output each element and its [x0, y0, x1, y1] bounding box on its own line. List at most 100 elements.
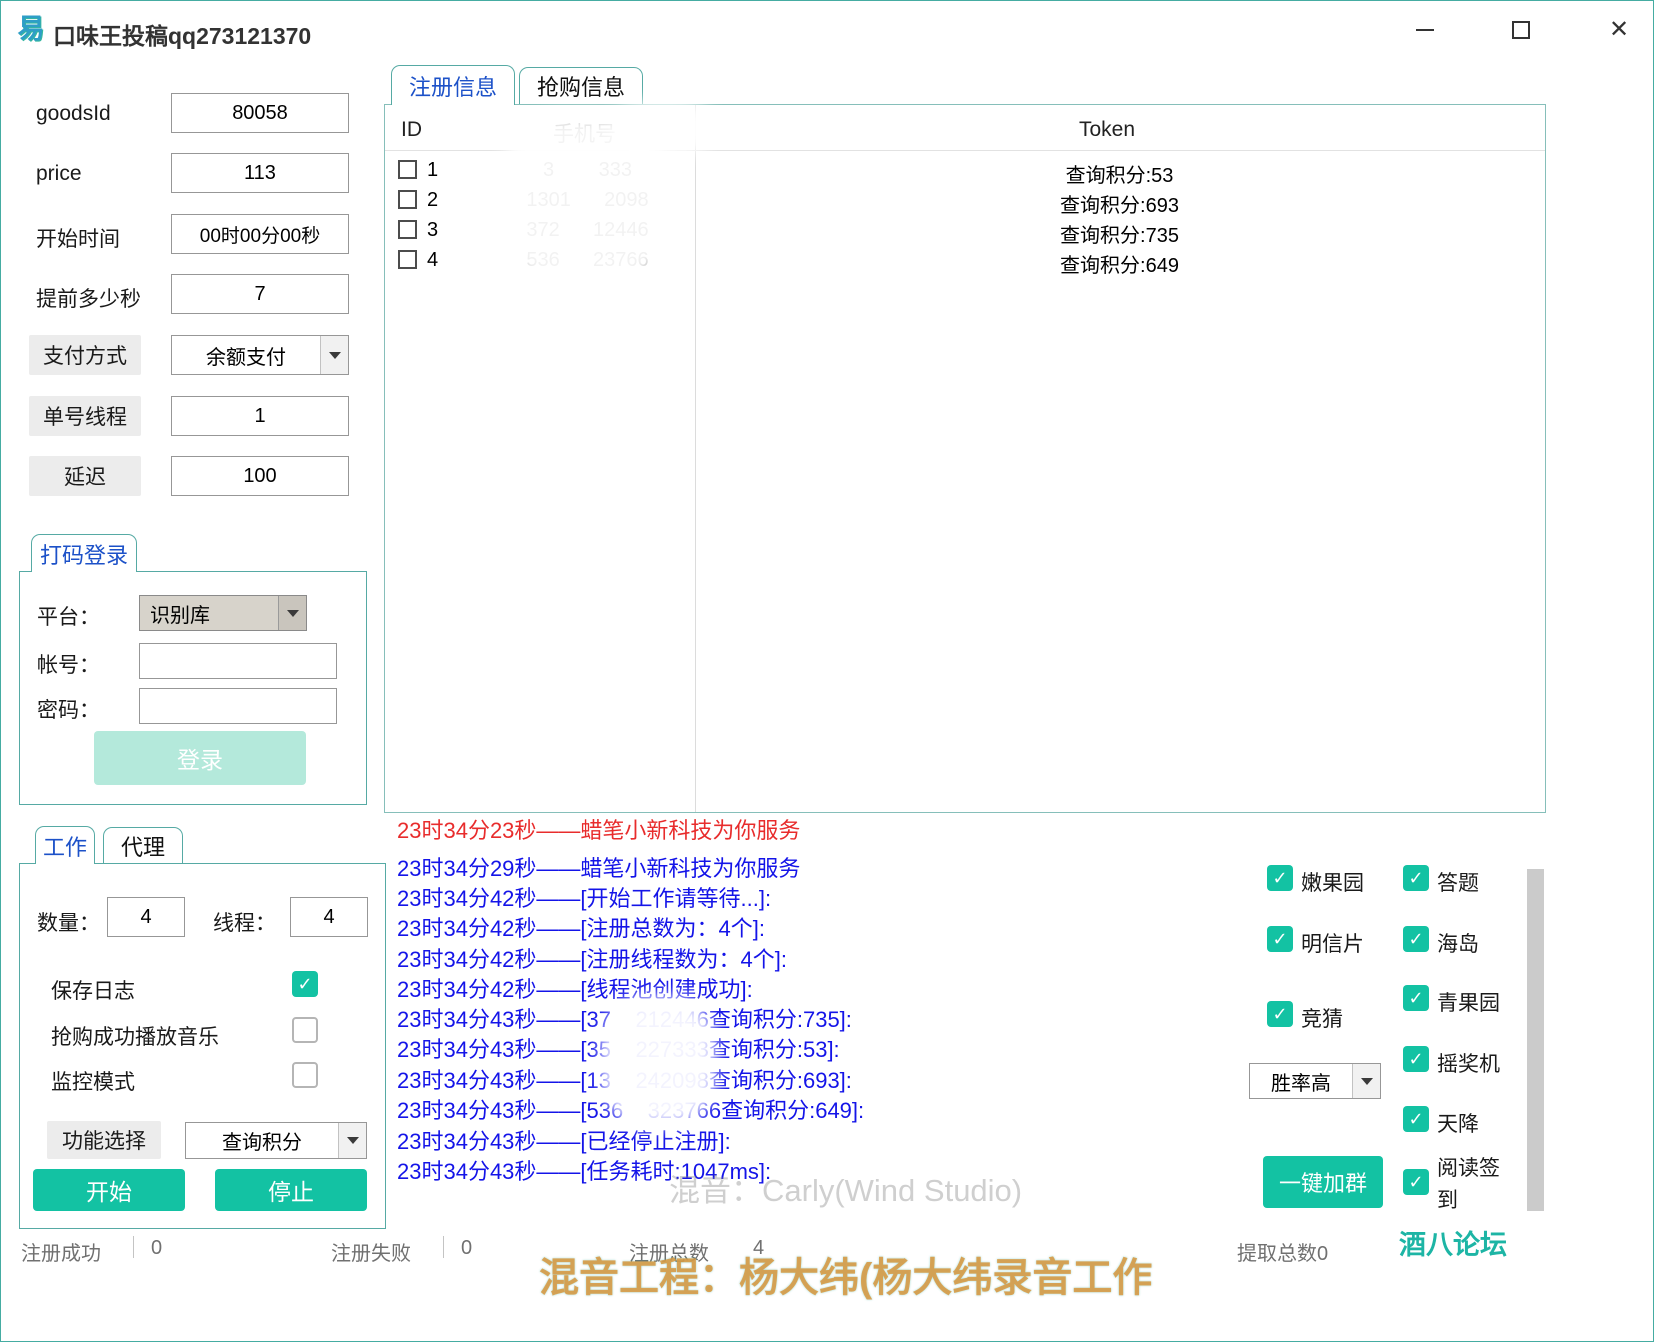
check-icon: ✓: [1408, 1049, 1423, 1070]
tab-work[interactable]: 工作: [35, 826, 95, 864]
row-checkbox[interactable]: [398, 190, 417, 209]
option-label-yueduqiandao: 阅读签到: [1437, 1153, 1509, 1217]
row-checkbox[interactable]: [398, 160, 417, 179]
chevron-down-icon: [287, 610, 299, 617]
minimize-icon: [1416, 29, 1434, 31]
option-checkbox-yaojiangji[interactable]: ✓: [1403, 1046, 1429, 1072]
advance-seconds-input[interactable]: 7: [171, 274, 349, 314]
window-title: 口味王投稿qq273121370: [53, 17, 311, 51]
thread-count-label: 线程：: [213, 907, 276, 937]
option-label-dati: 答题: [1437, 867, 1479, 897]
table-row[interactable]: 4 536 23766 查询积分:649: [385, 245, 1545, 275]
tab-captcha-login[interactable]: 打码登录: [31, 534, 137, 572]
table-row[interactable]: 3 372 12446 查询积分:735: [385, 215, 1545, 245]
password-input[interactable]: [139, 688, 337, 724]
pay-method-label: 支付方式: [29, 335, 141, 375]
goods-id-input[interactable]: 80058: [171, 93, 349, 133]
account-input[interactable]: [139, 643, 337, 679]
function-select-arrow[interactable]: [338, 1123, 366, 1158]
table-row[interactable]: 1 3 333 查询积分:53: [385, 155, 1545, 185]
start-time-label: 开始时间: [36, 223, 120, 253]
price-label: price: [36, 162, 82, 186]
forum-watermark: 酒八论坛: [1399, 1223, 1507, 1262]
minimize-button[interactable]: [1399, 9, 1451, 51]
win-rate-select[interactable]: 胜率高: [1249, 1063, 1381, 1099]
pay-method-select[interactable]: 余额支付: [171, 335, 349, 375]
option-checkbox-jingcai[interactable]: ✓: [1267, 1001, 1293, 1027]
music-on-success-checkbox[interactable]: [292, 1017, 318, 1043]
stop-button[interactable]: 停止: [215, 1169, 367, 1211]
option-checkbox-dati[interactable]: ✓: [1403, 865, 1429, 891]
quantity-input[interactable]: 4: [107, 897, 185, 937]
start-time-input[interactable]: 00时00分00秒: [171, 214, 349, 254]
price-input[interactable]: 113: [171, 153, 349, 193]
close-button[interactable]: ✕: [1593, 9, 1645, 51]
platform-label: 平台：: [37, 601, 100, 631]
row-checkbox[interactable]: [398, 220, 417, 239]
option-checkbox-nenguoyuan[interactable]: ✓: [1267, 865, 1293, 891]
start-button[interactable]: 开始: [33, 1169, 185, 1211]
chevron-down-icon: [329, 352, 341, 359]
check-icon: ✓: [297, 974, 312, 995]
row-token: 查询积分:649: [697, 249, 1542, 278]
tab-register-info[interactable]: 注册信息: [391, 65, 515, 105]
win-rate-value: 胜率高: [1250, 1064, 1352, 1098]
log-line: 23时34分42秒——[注册总数为：4个]:: [397, 911, 765, 943]
platform-select-arrow[interactable]: [278, 596, 306, 630]
table-row[interactable]: 2 1301 2098 查询积分:693: [385, 185, 1545, 215]
row-id: 3: [427, 219, 438, 242]
row-token: 查询积分:53: [697, 159, 1542, 188]
row-id: 2: [427, 189, 438, 212]
log-line: 23时34分42秒——[开始工作请等待...]:: [397, 881, 771, 913]
chevron-down-icon: [347, 1137, 359, 1144]
status-reg-success-label: 注册成功: [21, 1237, 101, 1266]
login-button[interactable]: 登录: [94, 731, 306, 785]
option-label-yaojiangji: 摇奖机: [1437, 1048, 1500, 1078]
option-checkbox-qingguoyuan[interactable]: ✓: [1403, 985, 1429, 1011]
pay-method-arrow[interactable]: [320, 336, 348, 374]
status-separator: [133, 1236, 134, 1258]
option-checkbox-mingxinpian[interactable]: ✓: [1267, 926, 1293, 952]
quantity-label: 数量：: [37, 907, 100, 937]
join-group-button[interactable]: 一键加群: [1263, 1156, 1383, 1208]
log-line: 23时34分43秒——[13 242098查询积分:693]:: [397, 1063, 852, 1095]
header-divider: [385, 150, 1545, 151]
tab-purchase-info[interactable]: 抢购信息: [519, 67, 643, 104]
row-phone: 372 12446: [490, 219, 685, 242]
thread-count-input[interactable]: 4: [290, 897, 368, 937]
log-area[interactable]: 23时34分23秒——蜡笔小新科技为你服务 23时34分29秒——蜡笔小新科技为…: [384, 819, 1244, 1193]
save-log-label: 保存日志: [51, 975, 135, 1005]
goods-id-label: goodsId: [36, 102, 111, 126]
column-header-token[interactable]: Token: [1079, 118, 1135, 142]
tab-proxy[interactable]: 代理: [103, 827, 183, 863]
row-token: 查询积分:735: [697, 219, 1542, 248]
check-icon: ✓: [1272, 1004, 1287, 1025]
check-icon: ✓: [1408, 1109, 1423, 1130]
log-line: 23时34分42秒——[注册线程数为：4个]:: [397, 942, 787, 974]
check-icon: ✓: [1408, 1172, 1423, 1193]
delay-input[interactable]: 100: [171, 456, 349, 496]
option-checkbox-yueduqiandao[interactable]: ✓: [1403, 1169, 1429, 1195]
row-token: 查询积分:693: [697, 189, 1542, 218]
advance-seconds-label: 提前多少秒: [36, 283, 141, 313]
column-header-id[interactable]: ID: [401, 118, 422, 142]
function-select[interactable]: 查询积分: [185, 1122, 367, 1159]
save-log-checkbox[interactable]: ✓: [292, 971, 318, 997]
column-header-phone[interactable]: 手机号: [553, 118, 616, 148]
log-line: 23时34分43秒——[37 212446查询积分:735]:: [397, 1002, 852, 1034]
monitor-mode-checkbox[interactable]: [292, 1062, 318, 1088]
platform-select[interactable]: 识别库: [139, 595, 307, 631]
status-extract-total: 提取总数0: [1237, 1237, 1328, 1266]
option-checkbox-haidao[interactable]: ✓: [1403, 926, 1429, 952]
option-label-nenguoyuan: 嫩果园: [1301, 867, 1364, 897]
single-thread-input[interactable]: 1: [171, 396, 349, 436]
vertical-scrollbar[interactable]: [1527, 869, 1544, 1211]
win-rate-arrow[interactable]: [1352, 1064, 1380, 1098]
account-label: 帐号：: [37, 649, 100, 679]
maximize-button[interactable]: [1495, 9, 1547, 51]
option-checkbox-tianjiang[interactable]: ✓: [1403, 1106, 1429, 1132]
status-reg-total-label: 注册总数: [629, 1237, 709, 1266]
log-line: 23时34分29秒——蜡笔小新科技为你服务: [397, 851, 800, 883]
row-checkbox[interactable]: [398, 250, 417, 269]
check-icon: ✓: [1408, 988, 1423, 1009]
